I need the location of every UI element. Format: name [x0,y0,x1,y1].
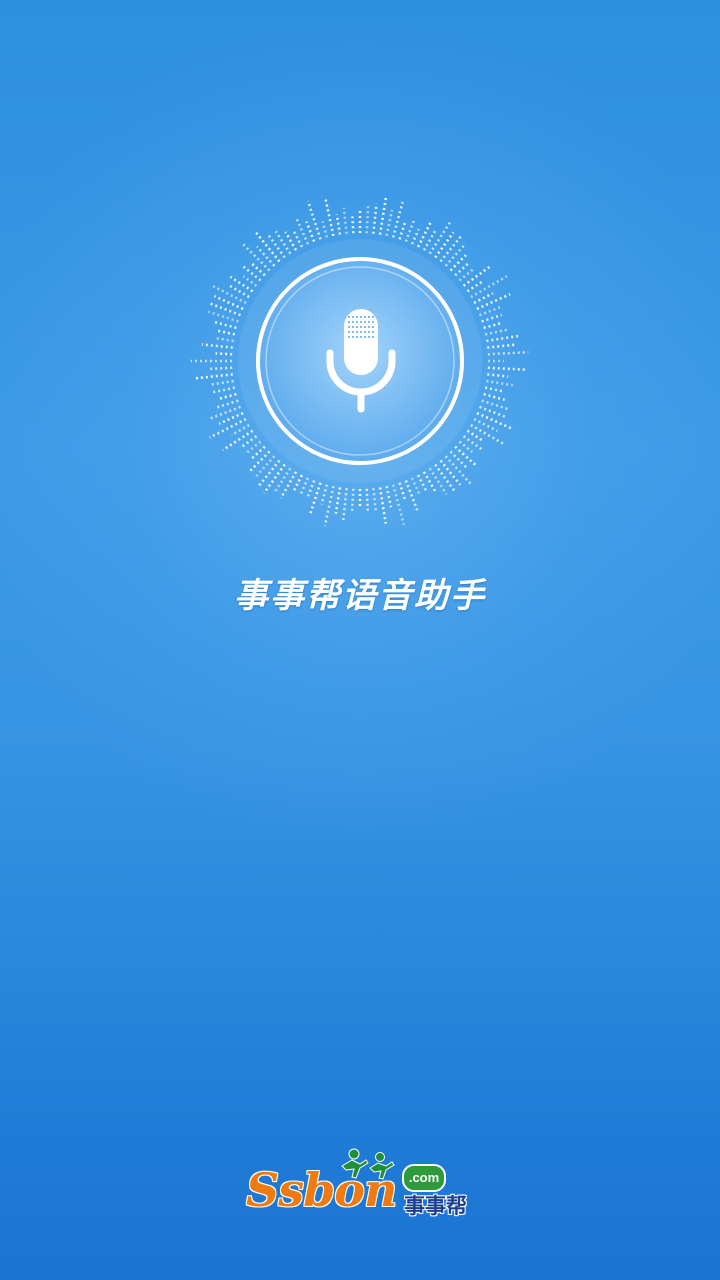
domain-badge: .com [402,1164,446,1192]
brand-chinese-name: 事事帮 [404,1194,467,1218]
runners-icon [341,1148,395,1180]
app-title: 事事帮语音助手 [234,576,486,616]
voice-mic-button[interactable] [180,181,540,541]
brand-logo: Ssbon .com 事事帮 [246,1148,478,1220]
sound-wave-rays [190,196,529,527]
